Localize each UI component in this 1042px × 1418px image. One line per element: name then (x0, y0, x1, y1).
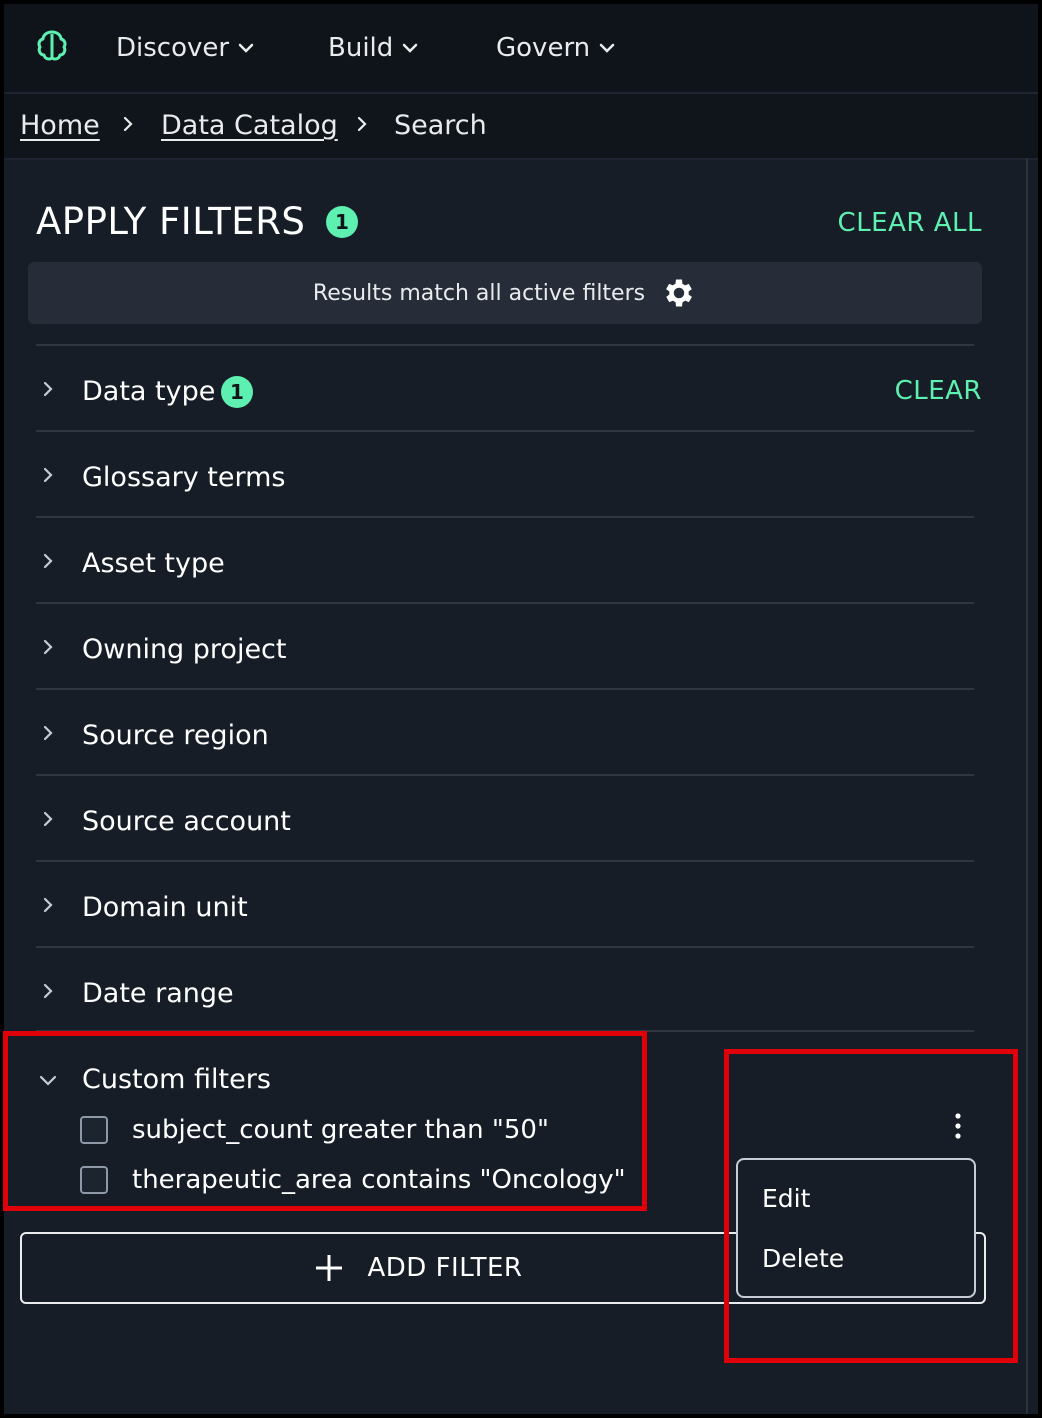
chevron-right-icon (43, 553, 53, 569)
filter-section-label: Source account (82, 806, 291, 837)
nav-govern[interactable]: Govern (496, 28, 616, 68)
page-title: APPLY FILTERS (36, 200, 306, 243)
chevron-right-icon (43, 639, 53, 655)
chevron-right-icon (43, 983, 53, 999)
filter-section-source-region[interactable]: Source region (36, 688, 974, 776)
nav-build-label: Build (328, 33, 394, 63)
chevron-down-icon (403, 43, 418, 53)
filter-section-label: Date range (82, 978, 234, 1009)
highlight-box-context-menu (724, 1049, 1018, 1363)
breadcrumb: Home Data Catalog Search (4, 94, 1038, 160)
chevron-right-icon (43, 381, 53, 397)
chevron-right-icon (123, 116, 133, 132)
filter-section-label: Source region (82, 720, 269, 751)
add-filter-label: ADD FILTER (367, 1253, 523, 1283)
gear-icon[interactable] (661, 275, 697, 311)
filter-section-glossary-terms[interactable]: Glossary terms (36, 430, 974, 518)
breadcrumb-data-catalog[interactable]: Data Catalog (161, 110, 338, 141)
filter-section-data-type[interactable]: Data type 1 CLEAR (36, 344, 981, 432)
filter-section-domain-unit[interactable]: Domain unit (36, 860, 974, 948)
filter-section-asset-type[interactable]: Asset type (36, 516, 974, 604)
nav-govern-label: Govern (496, 33, 591, 63)
chevron-down-icon (238, 43, 254, 53)
brain-logo-icon[interactable] (34, 28, 70, 64)
filter-section-date-range[interactable]: Date range (36, 946, 974, 1034)
chevron-right-icon (43, 811, 53, 827)
plus-icon (315, 1255, 342, 1281)
filter-section-label: Asset type (82, 548, 225, 579)
filter-section-label: Domain unit (82, 892, 248, 923)
chevron-right-icon (43, 897, 53, 913)
breadcrumb-home[interactable]: Home (20, 110, 100, 141)
filter-count-badge: 1 (221, 376, 253, 408)
nav-discover[interactable]: Discover (116, 28, 255, 68)
chevron-down-icon (599, 43, 615, 53)
scrollbar[interactable] (1026, 158, 1028, 1414)
chevron-right-icon (43, 467, 53, 483)
clear-data-type-button[interactable]: CLEAR (895, 376, 982, 406)
filter-section-label: Owning project (82, 634, 287, 665)
filter-section-owning-project[interactable]: Owning project (36, 602, 974, 690)
match-mode-bar: Results match all active filters (28, 262, 982, 324)
chevron-right-icon (357, 116, 367, 132)
highlight-box-custom-filters (3, 1031, 647, 1211)
active-filter-count-badge: 1 (326, 206, 358, 238)
nav-build[interactable]: Build (328, 28, 419, 68)
match-mode-text: Results match all active filters (312, 280, 646, 306)
top-nav: Discover Build Govern (4, 4, 1038, 94)
filter-section-label: Glossary terms (82, 462, 286, 493)
clear-all-button[interactable]: CLEAR ALL (838, 208, 982, 238)
breadcrumb-current: Search (394, 110, 487, 141)
chevron-right-icon (43, 725, 53, 741)
filter-section-source-account[interactable]: Source account (36, 774, 974, 862)
filter-section-label: Data type (82, 376, 216, 407)
nav-discover-label: Discover (116, 33, 230, 63)
